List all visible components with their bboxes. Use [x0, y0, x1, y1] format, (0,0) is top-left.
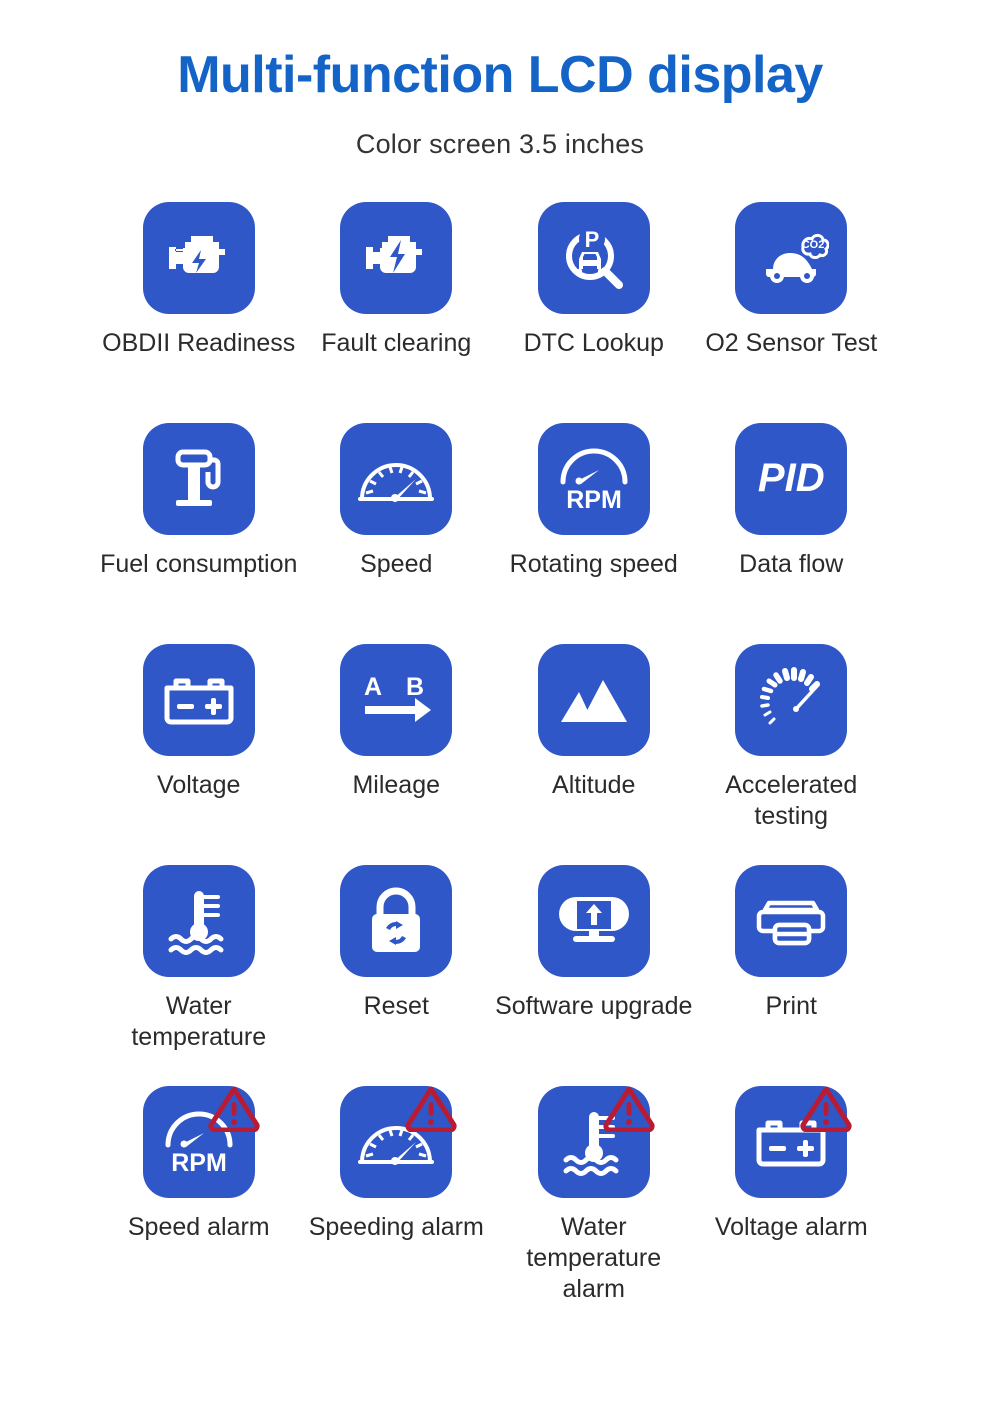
feature-label: Fuel consumption [100, 549, 298, 578]
icon-wrapper [537, 1085, 655, 1198]
letter-a: A [364, 673, 382, 701]
icon-wrapper [735, 643, 848, 756]
feature-label: Rotating speed [509, 549, 678, 578]
pid-label: PID [757, 456, 825, 501]
feature-item-speed-alarm[interactable]: RPM Speed alarm [100, 1085, 298, 1307]
engine-icon [142, 201, 255, 314]
engine-bolt-icon [340, 201, 453, 314]
icon-wrapper [340, 864, 453, 977]
feature-label: Data flow [739, 549, 844, 578]
a-b-arrow-icon: A B [340, 643, 453, 756]
product-feature-page: Multi-function LCD display Color screen … [0, 0, 1000, 1415]
printer-icon [735, 864, 848, 977]
icon-wrapper [340, 422, 453, 535]
page-subtitle: Color screen 3.5 inches [355, 128, 645, 159]
feature-item-water-temperature-alarm[interactable]: Water temperature alarm [495, 1085, 693, 1307]
svg-text:CO2: CO2 [802, 239, 825, 251]
feature-label: Accelerated testing [725, 770, 858, 830]
feature-label: Reset [363, 991, 429, 1020]
fuel-pump-icon [142, 422, 255, 535]
monitor-upload-icon [537, 864, 650, 977]
feature-item-software-upgrade[interactable]: Software upgrade [495, 864, 693, 1086]
letter-b: B [406, 673, 424, 701]
lock-refresh-icon [340, 864, 453, 977]
feature-label: Software upgrade [495, 991, 693, 1020]
feature-label: Water temperature [131, 991, 267, 1051]
feature-item-voltage-alarm[interactable]: Voltage alarm [693, 1085, 891, 1307]
feature-item-voltage[interactable]: Voltage [100, 643, 298, 865]
speedometer-icon [340, 422, 453, 535]
svg-text:RPM: RPM [566, 486, 622, 514]
feature-item-accelerated-testing[interactable]: Accelerated testing [693, 643, 891, 865]
rpm-gauge-icon: RPM [142, 1085, 255, 1198]
icon-wrapper: A B [340, 643, 453, 756]
thermometer-water-icon [537, 1085, 650, 1198]
icon-wrapper [735, 1085, 852, 1198]
mountains-icon [537, 643, 650, 756]
feature-item-speed[interactable]: Speed [298, 422, 496, 644]
feature-label: Voltage [157, 770, 241, 799]
icon-wrapper [537, 864, 650, 977]
feature-item-altitude[interactable]: Altitude [495, 643, 693, 865]
feature-item-water-temperature[interactable]: Water temperature [100, 864, 298, 1086]
feature-item-dtc-lookup[interactable]: P DTC Lookup [495, 201, 693, 423]
svg-text:RPM: RPM [171, 1149, 227, 1177]
feature-label: O2 Sensor Test [705, 328, 878, 357]
feature-label: Water temperature alarm [526, 1212, 662, 1304]
icon-wrapper [142, 422, 255, 535]
svg-text:P: P [584, 227, 599, 252]
tick-gauge-icon [735, 643, 848, 756]
feature-item-rotating-speed[interactable]: RPM Rotating speed [495, 422, 693, 644]
icon-wrapper [537, 643, 650, 756]
feature-item-obdii-readiness[interactable]: OBDII Readiness [100, 201, 298, 423]
speedometer-icon [340, 1085, 453, 1198]
icon-wrapper [142, 643, 255, 756]
feature-label: Print [765, 991, 817, 1020]
feature-item-fuel-consumption[interactable]: Fuel consumption [100, 422, 298, 644]
icon-wrapper [735, 864, 848, 977]
thermometer-water-icon [142, 864, 255, 977]
feature-label: Speed alarm [127, 1212, 270, 1241]
feature-item-o2-sensor-test[interactable]: CO2 O2 Sensor Test [693, 201, 891, 423]
battery-icon [142, 643, 255, 756]
icon-wrapper [142, 201, 255, 314]
feature-item-speeding-alarm[interactable]: Speeding alarm [298, 1085, 496, 1307]
magnifier-car-p-icon: P [537, 201, 650, 314]
icon-wrapper: P [537, 201, 650, 314]
icon-wrapper [340, 201, 453, 314]
battery-icon [735, 1085, 848, 1198]
icon-wrapper: RPM [537, 422, 650, 535]
feature-label: Mileage [352, 770, 441, 799]
feature-item-reset[interactable]: Reset [298, 864, 496, 1086]
feature-label: Fault clearing [321, 328, 472, 357]
feature-grid: OBDII Readiness Fault clearing P DTC Loo… [0, 201, 1000, 1307]
feature-label: Altitude [552, 770, 636, 799]
feature-label: Voltage alarm [714, 1212, 868, 1241]
pid-text-icon: PID [735, 422, 848, 535]
icon-wrapper [340, 1085, 457, 1198]
feature-item-print[interactable]: Print [693, 864, 891, 1086]
car-co2-cloud-icon: CO2 [735, 201, 848, 314]
feature-item-mileage[interactable]: A B Mileage [298, 643, 496, 865]
page-title: Multi-function LCD display [177, 46, 823, 104]
feature-item-fault-clearing[interactable]: Fault clearing [298, 201, 496, 423]
feature-label: DTC Lookup [523, 328, 664, 357]
icon-wrapper: RPM [142, 1085, 260, 1198]
feature-label: OBDII Readiness [102, 328, 296, 357]
icon-wrapper: CO2 [735, 201, 848, 314]
rpm-gauge-icon: RPM [537, 422, 650, 535]
icon-wrapper [142, 864, 255, 977]
feature-label: Speeding alarm [308, 1212, 484, 1241]
icon-wrapper: PID [735, 422, 848, 535]
feature-label: Speed [360, 549, 433, 578]
feature-item-data-flow[interactable]: PID Data flow [693, 422, 891, 644]
